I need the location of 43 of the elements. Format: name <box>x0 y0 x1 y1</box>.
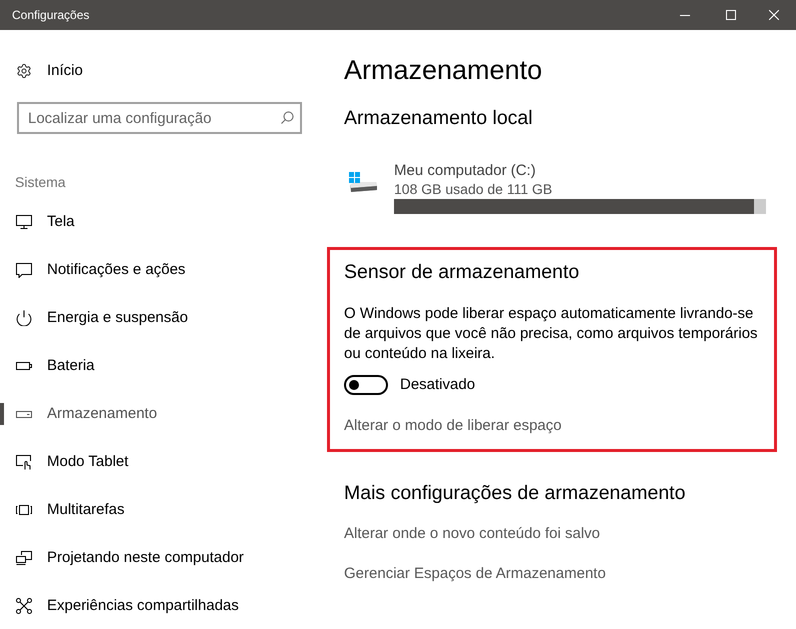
section-heading: Sensor de armazenamento <box>344 260 580 285</box>
window-title: Configurações <box>12 7 90 24</box>
sidebar-item[interactable]: Notificações e ações <box>0 246 330 294</box>
toggle-knob-icon <box>349 380 359 390</box>
window-stack-icon <box>16 504 32 516</box>
close-icon <box>769 10 779 20</box>
sidebar-item[interactable]: Multitarefas <box>0 486 330 534</box>
settings-link[interactable]: Alterar o modo de liberar espaço <box>344 416 562 436</box>
sidebar-item[interactable]: Armazenamento <box>0 390 330 438</box>
toggle-state-label: Desativado <box>400 375 476 395</box>
toggle-switch[interactable] <box>344 375 388 395</box>
settings-link[interactable]: Gerenciar Espaços de Armazenamento <box>344 564 606 584</box>
minimize-icon <box>680 14 690 16</box>
sidebar-item[interactable]: Tela <box>0 198 330 246</box>
sidebar-item[interactable]: Experiências compartilhadas <box>0 582 330 629</box>
section-label: Sistema <box>15 172 66 192</box>
power-icon <box>16 310 32 326</box>
sidebar-item[interactable]: Modo Tablet <box>0 438 330 486</box>
maximize-icon <box>726 10 736 20</box>
monitor-icon <box>16 214 32 230</box>
description-text: O Windows pode liberar espaço automaticamente livrando-se de arquivos que você não precisa, como arquivos temporários ou conteúdo na lixeira. <box>344 304 759 364</box>
section-heading: Armazenamento local <box>344 106 533 131</box>
speech-bubble-icon <box>16 262 32 278</box>
connected-nodes-icon <box>16 598 32 614</box>
section-heading: Mais configurações de armazenamento <box>344 481 686 506</box>
drive-with-windows-logo-icon <box>348 171 378 195</box>
drive-icon <box>16 410 32 418</box>
drive-usage: 108 GB usado de 111 GB <box>394 180 552 199</box>
two-screens-icon <box>16 550 32 566</box>
search-field[interactable]: Localizar uma configuração <box>17 102 302 134</box>
sidebar-item[interactable]: Bateria <box>0 342 330 390</box>
tablet-hand-icon <box>16 454 32 470</box>
sidebar-item[interactable]: Projetando neste computador <box>0 534 330 582</box>
search-icon <box>281 111 294 124</box>
page-title: Armazenamento <box>344 54 542 87</box>
battery-icon <box>16 362 32 370</box>
selection-indicator <box>0 403 4 425</box>
settings-icon <box>16 63 32 79</box>
drive-name: Meu computador (C:) <box>394 161 536 180</box>
home-item[interactable]: Início <box>0 47 330 95</box>
settings-link[interactable]: Alterar onde o novo conteúdo foi salvo <box>344 524 600 544</box>
sidebar-item[interactable]: Energia e suspensão <box>0 294 330 342</box>
drive-item[interactable]: Meu computador (C:) 108 GB usado de 111 GB <box>344 161 766 214</box>
